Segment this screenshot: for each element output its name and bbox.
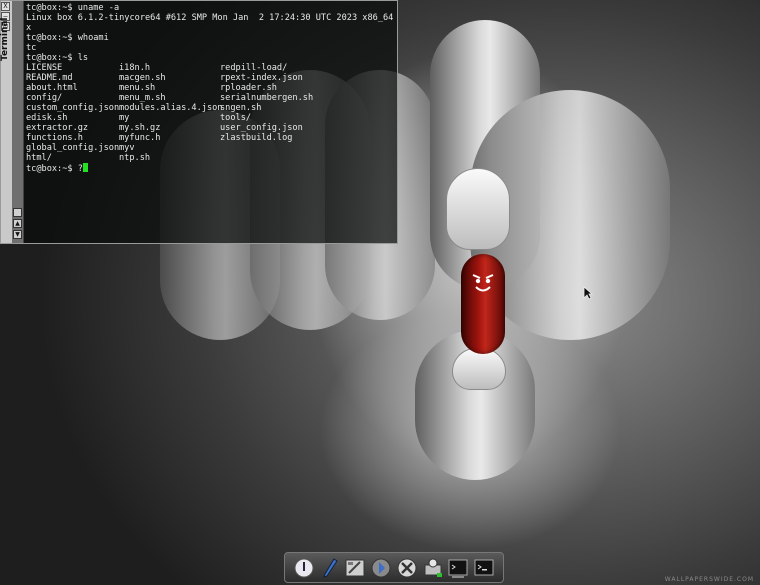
terminal-line: x (26, 23, 32, 33)
ls-entry: tools/ (220, 113, 252, 123)
terminal-scrollbar[interactable]: ▲ ▼ (12, 1, 24, 243)
wallpaper-fingernail (452, 348, 506, 390)
ls-entry: macgen.sh (119, 73, 166, 83)
terminal-prompt: tc@box:~$ ? (26, 164, 83, 174)
ls-row: extractor.gz my.sh.gz user_config.json (26, 123, 398, 133)
ls-entry: myfunc.h (119, 133, 161, 143)
apps-icon[interactable] (370, 557, 392, 579)
terminal-line: tc@box:~$ ls (26, 53, 89, 63)
dock-bar (284, 552, 504, 583)
ls-entry: about.html (26, 83, 78, 93)
ls-entry: html/ (26, 153, 52, 163)
ls-entry: my.sh.gz (119, 123, 161, 133)
red-pill (461, 254, 505, 354)
ls-row: LICENSE i18n.h redpill-load/ (26, 63, 398, 73)
terminal-line: Linux box 6.1.2-tinycore64 #612 SMP Mon … (26, 13, 394, 23)
ls-entry: config/ (26, 93, 63, 103)
ls-entry: rpext-index.json (220, 73, 303, 83)
scroll-down-icon[interactable]: ▼ (13, 230, 22, 239)
terminal-icon[interactable] (447, 557, 469, 579)
wallpaper-thumbnail (446, 168, 510, 250)
ls-entry: functions.h (26, 133, 83, 143)
power-icon[interactable] (293, 557, 315, 579)
ls-entry: user_config.json (220, 123, 303, 133)
ls-row: edisk.sh my tools/ (26, 113, 398, 123)
terminal-line: tc (26, 43, 37, 53)
ls-entry: zlastbuild.log (220, 133, 293, 143)
ls-row: html/ntp.sh (26, 153, 398, 163)
ls-row: functions.h myfunc.h zlastbuild.log (26, 133, 398, 143)
mount-icon[interactable] (422, 557, 444, 579)
scroll-up-icon[interactable]: ▲ (13, 219, 22, 228)
terminal-window[interactable]: X – □ Terminal ▲ ▼ tc@box:~$ uname -a Lin… (0, 0, 398, 244)
ls-entry: sngen.sh (220, 103, 262, 113)
ls-row: README.md macgen.sh rpext-index.json (26, 73, 398, 83)
ls-entry: redpill-load/ (220, 63, 288, 73)
ls-entry: myv (119, 143, 135, 153)
window-title: Terminal (0, 17, 10, 61)
ls-row: custom_config.json modules.alias.4.json sn… (26, 103, 398, 113)
control-panel-icon[interactable] (344, 557, 366, 579)
terminal-prompt-line[interactable]: tc@box:~$ ? (26, 163, 398, 174)
smiley-face-icon (472, 274, 494, 292)
ls-entry: i18n.h (119, 63, 151, 73)
terminal-2-icon[interactable] (473, 557, 495, 579)
ls-entry: custom_config.json (26, 103, 120, 113)
ls-entry: global_config.json (26, 143, 120, 153)
ls-row: about.html menu.sh rploader.sh (26, 83, 398, 93)
ls-entry: README.md (26, 73, 73, 83)
wallpaper-watermark: WALLPAPERSWIDE.COM (664, 576, 754, 583)
terminal-line: tc@box:~$ uname -a (26, 3, 120, 13)
ls-entry: rploader.sh (220, 83, 277, 93)
terminal-cursor (82, 163, 88, 172)
ls-row: global_config.json myv (26, 143, 398, 153)
ls-entry: menu.sh (119, 83, 156, 93)
ls-entry: edisk.sh (26, 113, 68, 123)
tools-icon[interactable] (396, 557, 418, 579)
terminal-line: tc@box:~$ whoami (26, 33, 109, 43)
ls-entry: extractor.gz (26, 123, 89, 133)
ls-entry: ntp.sh (119, 153, 151, 163)
ls-entry: modules.alias.4.json (119, 103, 223, 113)
ls-entry: serialnumbergen.sh (220, 93, 314, 103)
ls-entry: menu_m.sh (119, 93, 166, 103)
ls-entry: my (119, 113, 130, 123)
mouse-pointer-icon (583, 286, 593, 300)
ls-row: config/menu_m.sh serialnumbergen.sh (26, 93, 398, 103)
terminal-output[interactable]: tc@box:~$ uname -a Linux box 6.1.2-tinyco… (26, 3, 398, 241)
editor-pen-icon[interactable] (319, 557, 341, 579)
ls-entry: LICENSE (26, 63, 63, 73)
scroll-thumb[interactable] (13, 208, 22, 217)
